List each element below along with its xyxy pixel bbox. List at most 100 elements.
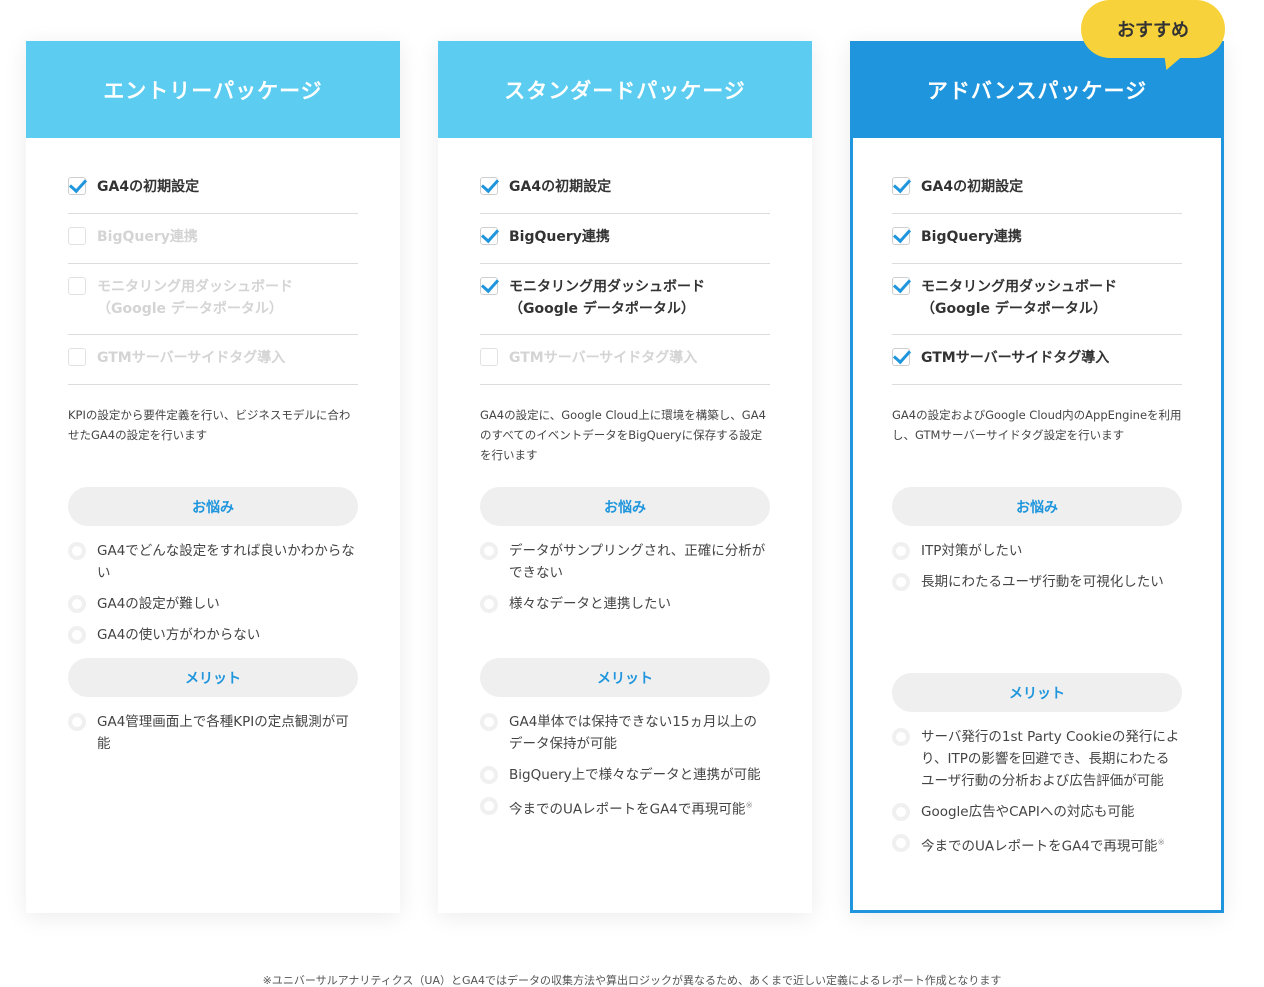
feature-list: GA4の初期設定 BigQuery連携 モニタリング用ダッシュボード （Goog…	[68, 164, 358, 385]
feature-item: BigQuery連携	[480, 214, 770, 264]
list-item-text: GA4でどんな設定をすれば良いかわからない	[97, 543, 355, 581]
bullet-icon	[68, 626, 86, 644]
merits-list: サーバ発行の1st Party Cookieの発行により、ITPの影響を回避でき…	[892, 726, 1182, 858]
list-item: 長期にわたるユーザ行動を可視化したい	[892, 571, 1182, 593]
feature-item: GA4の初期設定	[892, 164, 1182, 214]
card-title: スタンダードパッケージ	[438, 41, 812, 138]
footnote-mark: ※	[1157, 838, 1165, 848]
feature-label: BigQuery連携	[509, 229, 610, 245]
merits-heading: メリット	[892, 673, 1182, 712]
package-card-standard: スタンダードパッケージ GA4の初期設定 BigQuery連携 モニタリング用ダ…	[438, 41, 812, 913]
merits-heading: メリット	[480, 658, 770, 697]
feature-label: モニタリング用ダッシュボード （Google データポータル）	[921, 279, 1117, 317]
checkbox-empty-icon	[68, 277, 86, 295]
list-item-text: GA4単体では保持できない15ヵ月以上のデータ保持が可能	[509, 714, 757, 752]
bullet-icon	[892, 573, 910, 591]
check-icon	[68, 177, 86, 195]
bullet-icon	[480, 542, 498, 560]
list-item-text: データがサンプリングされ、正確に分析ができない	[509, 543, 766, 581]
list-item: GA4管理画面上で各種KPIの定点観測が可能	[68, 711, 358, 755]
list-item: GA4の設定が難しい	[68, 593, 358, 615]
feature-label: BigQuery連携	[921, 229, 1022, 245]
list-item: ITP対策がしたい	[892, 540, 1182, 562]
check-icon	[892, 277, 910, 295]
list-item-text: GA4の設定が難しい	[97, 596, 220, 612]
feature-item: モニタリング用ダッシュボード （Google データポータル）	[68, 264, 358, 335]
list-item: サーバ発行の1st Party Cookieの発行により、ITPの影響を回避でき…	[892, 726, 1182, 792]
footnote-mark: ※	[745, 801, 753, 811]
feature-label: GA4の初期設定	[97, 179, 200, 195]
checkbox-empty-icon	[68, 227, 86, 245]
feature-label: GTMサーバーサイドタグ導入	[921, 350, 1110, 366]
list-item-text: 今までのUAレポートをGA4で再現可能※	[509, 795, 753, 821]
list-item-text: GA4管理画面上で各種KPIの定点観測が可能	[97, 714, 349, 752]
feature-list: GA4の初期設定 BigQuery連携 モニタリング用ダッシュボード （Goog…	[892, 164, 1182, 385]
check-icon	[480, 177, 498, 195]
feature-label: GTMサーバーサイドタグ導入	[509, 350, 698, 366]
bullet-icon	[480, 595, 498, 613]
bullet-icon	[480, 797, 498, 815]
bullet-icon	[892, 542, 910, 560]
feature-item: GTMサーバーサイドタグ導入	[480, 335, 770, 385]
package-card-entry: エントリーパッケージ GA4の初期設定 BigQuery連携 モニタリング用ダッ…	[26, 41, 400, 913]
package-description: GA4の設定およびGoogle Cloud内のAppEngineを利用し、GTM…	[892, 408, 1182, 442]
list-item: Google広告やCAPIへの対応も可能	[892, 801, 1182, 823]
worries-list: ITP対策がしたい 長期にわたるユーザ行動を可視化したい	[892, 540, 1182, 673]
list-item-text: サーバ発行の1st Party Cookieの発行により、ITPの影響を回避でき…	[921, 729, 1180, 789]
feature-label: モニタリング用ダッシュボード （Google データポータル）	[509, 279, 705, 317]
package-description: KPIの設定から要件定義を行い、ビジネスモデルに合わせたGA4の設定を行います	[68, 408, 351, 442]
bullet-icon	[480, 766, 498, 784]
package-description: GA4の設定に、Google Cloud上に環境を構築し、GA4のすべてのイベン…	[480, 408, 766, 462]
package-card-advance: アドバンスパッケージ GA4の初期設定 BigQuery連携 モニタリング用ダッ…	[850, 41, 1224, 913]
worries-heading: お悩み	[480, 487, 770, 526]
feature-label: BigQuery連携	[97, 229, 198, 245]
list-item-text: Google広告やCAPIへの対応も可能	[921, 804, 1135, 820]
list-item: 様々なデータと連携したい	[480, 593, 770, 615]
bullet-icon	[480, 713, 498, 731]
feature-list: GA4の初期設定 BigQuery連携 モニタリング用ダッシュボード （Goog…	[480, 164, 770, 385]
bullet-icon	[892, 834, 910, 852]
check-icon	[892, 227, 910, 245]
worries-list: GA4でどんな設定をすれば良いかわからない GA4の設定が難しい GA4の使い方…	[68, 540, 358, 658]
merits-heading: メリット	[68, 658, 358, 697]
merit-text: 今までのUAレポートをGA4で再現可能	[921, 838, 1158, 855]
list-item-text: ITP対策がしたい	[921, 543, 1023, 559]
list-item-text: 長期にわたるユーザ行動を可視化したい	[921, 574, 1164, 590]
list-item: 今までのUAレポートをGA4で再現可能※	[892, 832, 1182, 858]
check-icon	[480, 277, 498, 295]
feature-item: GA4の初期設定	[68, 164, 358, 214]
list-item: GA4でどんな設定をすれば良いかわからない	[68, 540, 358, 584]
feature-label: モニタリング用ダッシュボード （Google データポータル）	[97, 279, 293, 317]
merits-list: GA4単体では保持できない15ヵ月以上のデータ保持が可能 BigQuery上で様…	[480, 711, 770, 821]
list-item: GA4単体では保持できない15ヵ月以上のデータ保持が可能	[480, 711, 770, 755]
list-item-text: 様々なデータと連携したい	[509, 596, 671, 612]
bullet-icon	[68, 542, 86, 560]
checkbox-empty-icon	[68, 348, 86, 366]
feature-item: GTMサーバーサイドタグ導入	[68, 335, 358, 385]
bullet-icon	[892, 728, 910, 746]
bullet-icon	[68, 595, 86, 613]
feature-item: BigQuery連携	[892, 214, 1182, 264]
feature-label: GA4の初期設定	[921, 179, 1024, 195]
bullet-icon	[68, 713, 86, 731]
list-item: データがサンプリングされ、正確に分析ができない	[480, 540, 770, 584]
card-title: エントリーパッケージ	[26, 41, 400, 138]
check-icon	[892, 177, 910, 195]
list-item-text: BigQuery上で様々なデータと連携が可能	[509, 767, 761, 783]
feature-item: GA4の初期設定	[480, 164, 770, 214]
list-item: BigQuery上で様々なデータと連携が可能	[480, 764, 770, 786]
list-item-text: 今までのUAレポートをGA4で再現可能※	[921, 832, 1165, 858]
feature-item: GTMサーバーサイドタグ導入	[892, 335, 1182, 385]
merit-text: 今までのUAレポートをGA4で再現可能	[509, 801, 746, 818]
list-item-text: GA4の使い方がわからない	[97, 627, 261, 643]
feature-label: GA4の初期設定	[509, 179, 612, 195]
worries-heading: お悩み	[68, 487, 358, 526]
worries-list: データがサンプリングされ、正確に分析ができない 様々なデータと連携したい	[480, 540, 770, 658]
feature-label: GTMサーバーサイドタグ導入	[97, 350, 286, 366]
list-item: 今までのUAレポートをGA4で再現可能※	[480, 795, 770, 821]
worries-heading: お悩み	[892, 487, 1182, 526]
feature-item: モニタリング用ダッシュボード （Google データポータル）	[892, 264, 1182, 335]
recommended-badge: おすすめ	[1081, 0, 1225, 58]
merits-list: GA4管理画面上で各種KPIの定点観測が可能	[68, 711, 358, 755]
checkbox-empty-icon	[480, 348, 498, 366]
